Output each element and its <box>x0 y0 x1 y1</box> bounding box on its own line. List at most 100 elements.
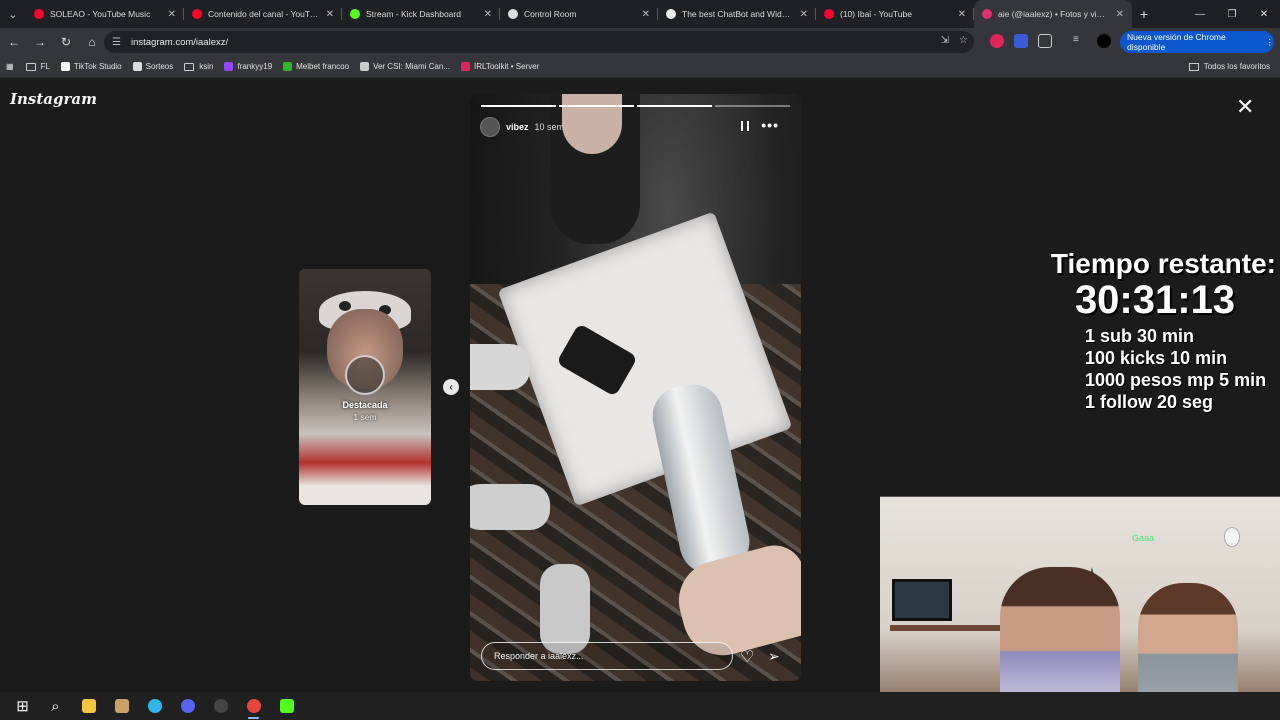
bookmark-item[interactable]: Sorteos <box>132 62 173 71</box>
home-icon[interactable]: ⌂ <box>80 30 104 54</box>
tab-title: SOLEAO - YouTube Music <box>50 9 151 19</box>
tab-close-icon[interactable]: ✕ <box>1116 9 1124 20</box>
bookmark-label: Melbet francoo <box>296 62 350 71</box>
progress-segment <box>481 105 556 107</box>
tab-title: The best ChatBot and Widgets <box>682 9 794 19</box>
story-username[interactable]: vibez <box>506 122 529 132</box>
bookmark-item[interactable]: Ver CSI: Miami Can... <box>360 62 450 71</box>
folder-icon <box>25 62 36 71</box>
media-controls-icon[interactable]: ≡ <box>1073 34 1087 48</box>
bookmark-item[interactable]: ksin <box>184 62 213 71</box>
browser-tab[interactable]: (10) Ibai - YouTube ✕ <box>816 0 974 28</box>
browser-tab[interactable]: Stream - Kick Dashboard ✕ <box>342 0 500 28</box>
browser-tab[interactable]: Control Room ✕ <box>500 0 658 28</box>
kick-icon[interactable] <box>270 692 303 720</box>
tab-favicon-icon <box>666 9 676 19</box>
webcam-overlay: Gaaa <box>880 496 1280 720</box>
tab-title: aie (@iaalexz) • Fotos y videos <box>998 9 1110 19</box>
melbet-icon <box>283 62 293 71</box>
close-story-icon[interactable]: ✕ <box>1236 94 1254 120</box>
windows-taskbar: ⊞ ⌕ <box>0 692 1280 720</box>
previous-story-arrow-icon[interactable]: ‹ <box>443 379 459 395</box>
search-icon[interactable]: ⌕ <box>39 692 72 720</box>
back-icon[interactable]: ← <box>2 30 26 54</box>
browser-tab[interactable]: Contenido del canal - YouTube ✕ <box>184 0 342 28</box>
story-time: 10 sem <box>534 122 565 132</box>
timer-rule: 1 sub 30 min <box>1085 326 1195 346</box>
bookmark-item[interactable]: FL <box>25 62 50 71</box>
progress-segment <box>559 105 634 107</box>
tab-close-icon[interactable]: ✕ <box>484 9 492 20</box>
discord-icon-glyph <box>180 699 195 713</box>
story-user-avatar[interactable] <box>480 117 500 137</box>
story-card[interactable]: vibez 10 sem ••• Responder a iaalexz... … <box>470 94 801 681</box>
bookmark-item[interactable]: TikTok Studio <box>60 62 122 71</box>
tab-close-icon[interactable]: ✕ <box>958 9 966 20</box>
install-app-icon[interactable]: ⇲ <box>941 35 949 46</box>
file-explorer-icon[interactable] <box>72 692 105 720</box>
chrome-update-button[interactable]: Nueva versión de Chrome disponible ⋮ <box>1120 31 1274 53</box>
discord-icon[interactable] <box>171 692 204 720</box>
edge-icon-glyph <box>147 699 162 713</box>
tab-title: Stream - Kick Dashboard <box>366 9 461 19</box>
instagram-logo[interactable]: Instagram <box>10 90 97 108</box>
tab-close-icon[interactable]: ✕ <box>800 9 808 20</box>
reload-icon[interactable]: ↻ <box>54 30 78 54</box>
tab-search-icon[interactable]: ⌄ <box>0 0 26 28</box>
tiktok-icon <box>60 62 70 71</box>
url-text: instagram.com/iaalexz/ <box>130 36 229 48</box>
forward-icon[interactable]: → <box>28 30 52 54</box>
app-icon[interactable] <box>105 692 138 720</box>
edge-icon[interactable] <box>138 692 171 720</box>
diamond-icon <box>132 62 142 71</box>
tab-title: (10) Ibai - YouTube <box>840 9 912 19</box>
toolbar: ← → ↻ ⌂ ☰ instagram.com/iaalexz/ ⇲ ☆ ≡ N… <box>0 28 1280 56</box>
tab-close-icon[interactable]: ✕ <box>326 9 334 20</box>
extension-red-icon[interactable] <box>990 34 1004 48</box>
folder-icon <box>184 62 195 71</box>
bookmark-item[interactable]: Melbet francoo <box>283 62 349 71</box>
progress-segment <box>715 105 790 107</box>
irltoolkit-icon <box>460 62 470 71</box>
all-bookmarks[interactable]: Todos los favoritos <box>1188 62 1270 71</box>
extensions-puzzle-icon[interactable] <box>1038 34 1052 48</box>
tab-close-icon[interactable]: ✕ <box>642 9 650 20</box>
tab-favicon-icon <box>982 9 992 19</box>
more-options-icon[interactable]: ••• <box>761 117 779 133</box>
bookmark-label: FL <box>40 62 50 71</box>
preview-time: 1 sem <box>353 412 377 422</box>
new-tab-button[interactable]: + <box>1132 0 1156 28</box>
story-image-shoe <box>470 344 530 390</box>
send-icon[interactable]: ➢ <box>768 648 780 665</box>
like-heart-icon[interactable]: ♡ <box>740 647 754 667</box>
close-window-icon[interactable]: ✕ <box>1248 0 1280 28</box>
apps-grid-icon[interactable]: ▦ <box>6 62 14 71</box>
windows-start-icon[interactable]: ⊞ <box>6 692 39 720</box>
bookmark-star-icon[interactable]: ☆ <box>959 35 968 46</box>
site-info-icon[interactable]: ☰ <box>112 37 121 48</box>
bookmark-label: IRLToolkit • Server <box>473 62 540 71</box>
browser-tab[interactable]: The best ChatBot and Widgets ✕ <box>658 0 816 28</box>
story-progress-bar <box>481 105 790 107</box>
instagram-story-viewer: Instagram ✕ Destacada 1 sem ‹ vibez 10 s… <box>0 80 1280 720</box>
extension-blue-icon[interactable] <box>1014 34 1028 48</box>
bookmark-item[interactable]: IRLToolkit • Server <box>460 62 540 71</box>
minimize-icon[interactable]: — <box>1184 0 1216 28</box>
restore-icon[interactable]: ❐ <box>1216 0 1248 28</box>
tab-close-icon[interactable]: ✕ <box>168 9 176 20</box>
obs-icon-glyph <box>213 699 228 713</box>
chrome-icon[interactable] <box>237 692 270 720</box>
browser-tab[interactable]: aie (@iaalexz) • Fotos y videos ✕ <box>974 0 1132 28</box>
reply-input[interactable]: Responder a iaalexz... <box>481 642 733 670</box>
address-bar[interactable]: ☰ instagram.com/iaalexz/ ⇲ ☆ <box>104 31 974 53</box>
previous-story-preview[interactable]: Destacada 1 sem <box>299 269 431 505</box>
bookmark-item[interactable]: frankyy19 <box>224 62 272 71</box>
profile-avatar[interactable] <box>1097 34 1111 48</box>
pause-icon[interactable] <box>741 121 749 131</box>
subathon-timer-overlay: Tiempo restante: 30:31:13 1 sub 30 min 10… <box>1035 248 1280 413</box>
browser-tab[interactable]: SOLEAO - YouTube Music ✕ <box>26 0 184 28</box>
obs-icon[interactable] <box>204 692 237 720</box>
app-icon-glyph <box>114 699 129 713</box>
timer-rule: 1000 pesos mp 5 min <box>1085 370 1267 390</box>
menu-dots-icon[interactable]: ⋮ <box>1266 37 1275 48</box>
